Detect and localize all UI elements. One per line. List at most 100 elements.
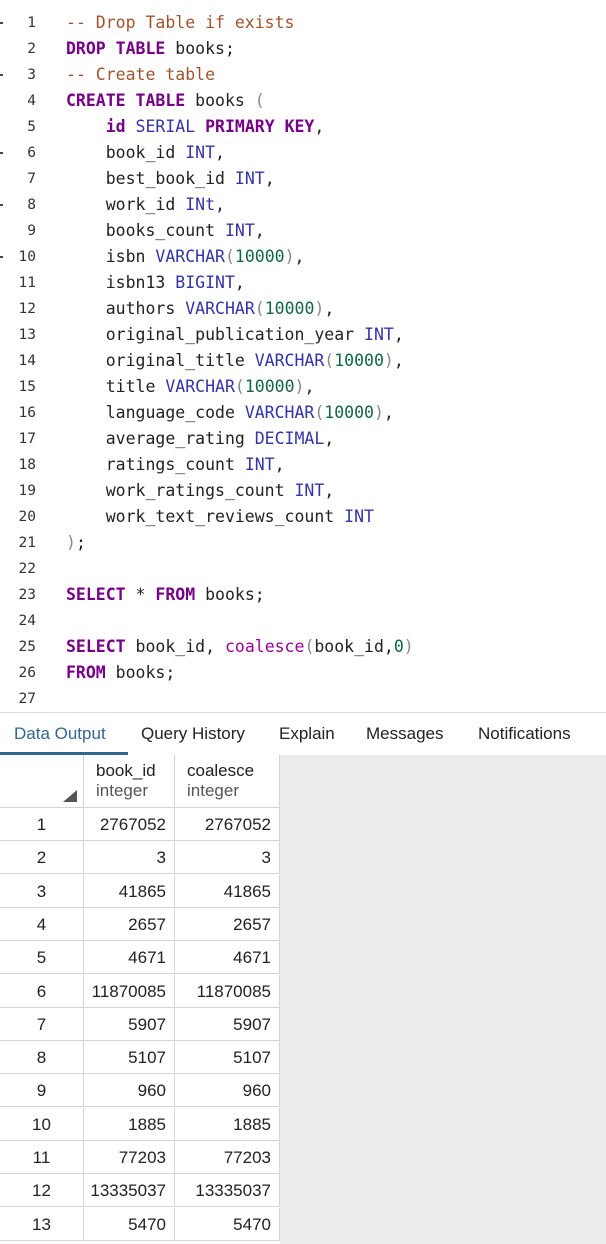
row-number[interactable]: 1 [0,808,84,841]
code-line[interactable]: 20 work_text_reviews_count INT [0,504,606,530]
code-line[interactable]: 18 ratings_count INT, [0,452,606,478]
cell-book-id[interactable]: 5107 [84,1041,175,1075]
cell-coalesce[interactable]: 41865 [175,874,280,908]
cell-book-id[interactable]: 1885 [84,1107,175,1141]
cell-book-id[interactable]: 5907 [84,1007,175,1041]
code-line[interactable]: 27 [0,686,606,712]
code-line[interactable]: 17 average_rating DECIMAL, [0,426,606,452]
table-row[interactable]: 12 13335037 13335037 [0,1174,280,1208]
code-line[interactable]: 5 id SERIAL PRIMARY KEY, [0,114,606,140]
code-line[interactable]: 10 isbn VARCHAR(10000), [0,244,606,270]
code-text: work_text_reviews_count INT [66,504,374,530]
cell-coalesce[interactable]: 960 [175,1074,280,1108]
column-type: integer [96,781,148,800]
cell-coalesce[interactable]: 1885 [175,1107,280,1141]
table-row[interactable]: 1 2767052 2767052 [0,808,280,841]
code-line[interactable]: 25 SELECT book_id, coalesce(book_id,0) [0,634,606,660]
code-line[interactable]: 9 books_count INT, [0,218,606,244]
cell-coalesce[interactable]: 4671 [175,941,280,975]
column-header-coalesce[interactable]: coalesce integer [175,755,280,808]
row-number[interactable]: 13 [0,1207,84,1241]
row-number[interactable]: 6 [0,974,84,1008]
line-number: 12 [18,301,36,317]
code-line[interactable]: 19 work_ratings_count INT, [0,478,606,504]
tab-explain[interactable]: Explain [279,713,335,755]
cell-book-id[interactable]: 41865 [84,874,175,908]
table-row[interactable]: 13 5470 5470 [0,1207,280,1241]
table-row[interactable]: 11 77203 77203 [0,1141,280,1174]
cell-book-id[interactable]: 4671 [84,941,175,975]
row-number-header[interactable] [0,755,84,808]
row-number[interactable]: 4 [0,907,84,941]
code-token: ) [403,637,414,656]
table-row[interactable]: 10 1885 1885 [0,1107,280,1141]
cell-coalesce[interactable]: 3 [175,841,280,875]
tab-messages[interactable]: Messages [366,713,443,755]
row-number[interactable]: 5 [0,941,84,975]
cell-coalesce[interactable]: 2657 [175,907,280,941]
code-line[interactable]: 2 DROP TABLE books; [0,36,606,62]
cell-coalesce[interactable]: 5107 [175,1041,280,1075]
cell-coalesce[interactable]: 77203 [175,1141,280,1174]
select-all-triangle-icon[interactable] [63,790,77,802]
code-line[interactable]: 24 [0,608,606,634]
cell-coalesce[interactable]: 5907 [175,1007,280,1041]
code-line[interactable]: 12 authors VARCHAR(10000), [0,296,606,322]
table-row[interactable]: 7 5907 5907 [0,1007,280,1041]
row-number[interactable]: 8 [0,1041,84,1075]
sql-editor[interactable]: 1 -- Drop Table if exists 2 DROP TABLE book… [0,0,606,712]
row-number[interactable]: 10 [0,1107,84,1141]
table-row[interactable]: 233 [0,841,280,875]
code-token: books; [105,663,176,682]
cell-book-id[interactable]: 77203 [84,1141,175,1174]
tab-data-output[interactable]: Data Output [0,713,128,755]
code-line[interactable]: 26 FROM books; [0,660,606,686]
table-row[interactable]: 9 960 960 [0,1074,280,1108]
row-number[interactable]: 2 [0,841,84,875]
row-number[interactable]: 12 [0,1174,84,1208]
code-line[interactable]: 16 language_code VARCHAR(10000), [0,400,606,426]
column-header-book-id[interactable]: book_id integer [84,755,175,808]
code-line[interactable]: 21); [0,530,606,556]
cell-book-id[interactable]: 960 [84,1074,175,1108]
cell-book-id[interactable]: 5470 [84,1207,175,1241]
code-token: books [185,91,255,110]
table-row[interactable]: 8 5107 5107 [0,1041,280,1075]
code-line[interactable]: 6 book_id INT, [0,140,606,166]
table-row[interactable]: 4 2657 2657 [0,907,280,941]
cell-book-id[interactable]: 11870085 [84,974,175,1008]
code-line[interactable]: 23 SELECT * FROM books; [0,582,606,608]
code-token: INT [185,143,216,162]
row-number[interactable]: 11 [0,1141,84,1174]
table-row[interactable]: 3 41865 41865 [0,874,280,908]
code-token: original_title [66,351,255,370]
tab-query-history[interactable]: Query History [141,713,245,755]
code-text: DROP TABLE books; [66,36,235,62]
code-token: , [215,143,225,162]
tab-notifications[interactable]: Notifications [478,713,571,755]
code-line[interactable]: 1 -- Drop Table if exists [0,10,606,36]
cell-book-id[interactable]: 3 [84,841,175,875]
cell-coalesce[interactable]: 2767052 [175,808,280,841]
cell-coalesce[interactable]: 11870085 [175,974,280,1008]
code-line[interactable]: 7 best_book_id INT, [0,166,606,192]
code-token: INT [344,507,374,526]
code-line[interactable]: 4 CREATE TABLE books ( [0,88,606,114]
table-row[interactable]: 5 4671 4671 [0,941,280,975]
row-number[interactable]: 3 [0,874,84,908]
code-line[interactable]: 15 title VARCHAR(10000), [0,374,606,400]
code-line[interactable]: 22 [0,556,606,582]
cell-coalesce[interactable]: 5470 [175,1207,280,1241]
row-number[interactable]: 7 [0,1007,84,1041]
cell-book-id[interactable]: 2767052 [84,808,175,841]
cell-coalesce[interactable]: 13335037 [175,1174,280,1208]
row-number[interactable]: 9 [0,1074,84,1108]
code-line[interactable]: 8 work_id INt, [0,192,606,218]
cell-book-id[interactable]: 2657 [84,907,175,941]
code-line[interactable]: 11 isbn13 BIGINT, [0,270,606,296]
cell-book-id[interactable]: 13335037 [84,1174,175,1208]
table-row[interactable]: 6 11870085 11870085 [0,974,280,1008]
code-line[interactable]: 3 -- Create table [0,62,606,88]
code-line[interactable]: 14 original_title VARCHAR(10000), [0,348,606,374]
code-line[interactable]: 13 original_publication_year INT, [0,322,606,348]
